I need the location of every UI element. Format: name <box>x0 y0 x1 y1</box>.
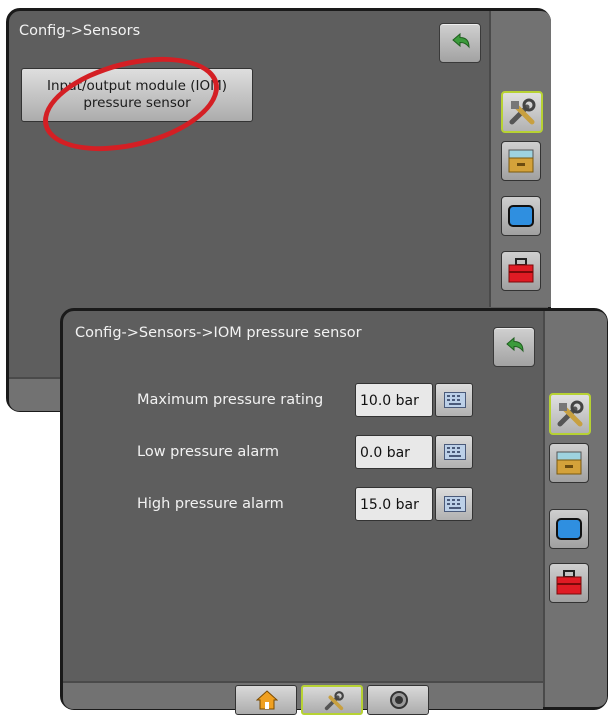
iom-pressure-sensor-screen: Config->Sensors->IOM pressure sensor Max… <box>60 308 608 715</box>
bottom-tab-tools[interactable] <box>301 685 363 715</box>
sidebar-tab-toolbox[interactable] <box>501 251 541 291</box>
max-pressure-keyboard-button[interactable] <box>435 383 473 417</box>
keyboard-icon <box>444 444 466 460</box>
sidebar-tab-console[interactable] <box>549 443 589 483</box>
low-pressure-keyboard-button[interactable] <box>435 435 473 469</box>
toolbox-icon <box>556 570 582 595</box>
keyboard-icon <box>444 392 466 408</box>
home-icon <box>256 690 278 710</box>
bottom-tab-home[interactable] <box>235 685 297 715</box>
back-arrow-icon <box>452 32 470 49</box>
back-arrow-icon <box>506 336 524 353</box>
tools-icon <box>509 98 536 125</box>
high-pressure-alarm-label: High pressure alarm <box>137 496 284 512</box>
back-button[interactable] <box>439 23 481 63</box>
display-icon <box>508 205 534 227</box>
display-icon <box>556 518 582 540</box>
console-icon <box>556 451 582 475</box>
page-title: Config->Sensors->IOM pressure sensor <box>75 325 362 341</box>
low-pressure-alarm-label: Low pressure alarm <box>137 444 280 460</box>
console-icon <box>508 149 534 173</box>
high-pressure-alarm-value[interactable]: 15.0 bar <box>355 487 433 521</box>
back-button[interactable] <box>493 327 535 367</box>
sidebar <box>543 311 607 707</box>
sidebar-tab-toolbox[interactable] <box>549 563 589 603</box>
keyboard-icon <box>444 496 466 512</box>
sidebar-tab-display[interactable] <box>549 509 589 549</box>
bottom-tab-guidance[interactable] <box>367 685 429 715</box>
tools-icon <box>557 400 584 427</box>
guidance-icon <box>390 691 408 709</box>
max-pressure-rating-value[interactable]: 10.0 bar <box>355 383 433 417</box>
toolbox-icon <box>508 258 534 283</box>
sidebar-tab-console[interactable] <box>501 141 541 181</box>
sidebar-tab-tools[interactable] <box>501 91 543 133</box>
tools-icon <box>324 691 344 711</box>
bottom-bar <box>63 681 543 715</box>
max-pressure-rating-label: Maximum pressure rating <box>137 392 324 408</box>
sidebar-tab-display[interactable] <box>501 196 541 236</box>
high-pressure-keyboard-button[interactable] <box>435 487 473 521</box>
page-title: Config->Sensors <box>19 23 141 39</box>
sidebar <box>489 11 551 307</box>
sidebar-tab-tools[interactable] <box>549 393 591 435</box>
low-pressure-alarm-value[interactable]: 0.0 bar <box>355 435 433 469</box>
highlight-circle <box>33 40 229 168</box>
